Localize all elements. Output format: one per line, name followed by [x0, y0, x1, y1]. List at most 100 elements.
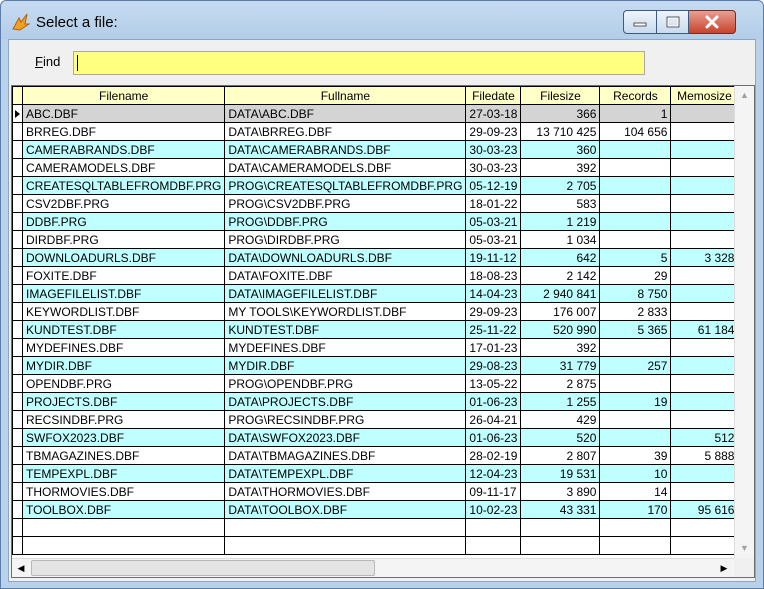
cell-filesize[interactable]: 176 007 — [520, 302, 601, 321]
table-row[interactable]: TOOLBOX.DBF DATA\TOOLBOX.DBF 10-02-23 43 33… — [12, 500, 739, 519]
table-row[interactable]: MYDEFINES.DBF MYDEFINES.DBF 17-01-23 392 — [12, 338, 739, 357]
cell-filename[interactable]: TEMPEXPL.DBF — [21, 464, 226, 483]
row-indicator[interactable] — [12, 338, 23, 357]
cell-filedate[interactable]: 05-03-21 — [465, 230, 522, 249]
cell-filename[interactable]: BRREG.DBF — [21, 122, 226, 141]
maximize-button[interactable] — [657, 10, 689, 34]
cell-filename[interactable]: CAMERABRANDS.DBF — [21, 140, 226, 159]
table-row[interactable]: FOXITE.DBF DATA\FOXITE.DBF 18-08-23 2 142 29 — [12, 266, 739, 285]
cell-records[interactable] — [599, 410, 672, 429]
cell-fullname[interactable]: DATA\CAMERAMODELS.DBF — [224, 158, 467, 177]
row-indicator[interactable] — [12, 176, 23, 195]
cell-filedate[interactable]: 05-03-21 — [465, 212, 522, 231]
row-indicator[interactable] — [12, 140, 23, 159]
cell-records[interactable] — [599, 176, 672, 195]
cell-fullname[interactable]: DATA\DOWNLOADURLS.DBF — [224, 248, 467, 267]
row-indicator[interactable] — [12, 266, 23, 285]
cell-memosize[interactable] — [670, 266, 739, 285]
column-header-filename[interactable]: Filename — [21, 86, 226, 105]
cell-records[interactable]: 14 — [599, 482, 672, 501]
cell-filedate[interactable]: 25-11-22 — [465, 320, 522, 339]
title-bar[interactable]: Select a file: — [1, 1, 763, 39]
cell-records[interactable] — [599, 230, 672, 249]
cell-filedate[interactable]: 01-06-23 — [465, 428, 522, 447]
scroll-right-button[interactable]: ▶ — [715, 559, 733, 577]
cell-fullname[interactable]: DATA\IMAGEFILELIST.DBF — [224, 284, 467, 303]
horizontal-scrollbar[interactable]: ◀ ▶ — [12, 558, 734, 577]
cell-filename[interactable]: CSV2DBF.PRG — [21, 194, 226, 213]
cell-filesize[interactable]: 2 807 — [520, 446, 601, 465]
row-indicator[interactable] — [12, 104, 23, 123]
cell-records[interactable] — [599, 338, 672, 357]
cell-filename[interactable]: KUNDTEST.DBF — [21, 320, 226, 339]
cell-memosize[interactable] — [670, 374, 739, 393]
cell-memosize[interactable]: 95 616 — [670, 500, 739, 519]
cell-filename[interactable]: KEYWORDLIST.DBF — [21, 302, 226, 321]
row-indicator[interactable] — [12, 500, 23, 519]
cell-filesize[interactable]: 360 — [520, 140, 601, 159]
cell-filedate[interactable]: 26-04-21 — [465, 410, 522, 429]
table-row[interactable]: KEYWORDLIST.DBF MY TOOLS\KEYWORDLIST.DBF 2… — [12, 302, 739, 321]
cell-filename[interactable]: RECSINDBF.PRG — [21, 410, 226, 429]
cell-filedate[interactable]: 01-06-23 — [465, 392, 522, 411]
cell-memosize[interactable] — [670, 122, 739, 141]
cell-records[interactable]: 257 — [599, 356, 672, 375]
cell-filedate[interactable]: 05-12-19 — [465, 176, 522, 195]
cell-fullname[interactable]: PROG\CSV2DBF.PRG — [224, 194, 467, 213]
cell-filesize[interactable]: 43 331 — [520, 500, 601, 519]
table-row[interactable]: KUNDTEST.DBF KUNDTEST.DBF 25-11-22 520 990 5… — [12, 320, 739, 339]
cell-filename[interactable]: DDBF.PRG — [21, 212, 226, 231]
cell-filesize[interactable]: 520 990 — [520, 320, 601, 339]
row-indicator[interactable] — [12, 212, 23, 231]
cell-memosize[interactable]: 61 184 — [670, 320, 739, 339]
row-indicator[interactable] — [12, 248, 23, 267]
row-indicator[interactable] — [12, 392, 23, 411]
cell-fullname[interactable]: MYDEFINES.DBF — [224, 338, 467, 357]
cell-filename[interactable]: MYDEFINES.DBF — [21, 338, 226, 357]
cell-filesize[interactable]: 642 — [520, 248, 601, 267]
cell-filesize[interactable]: 2 705 — [520, 176, 601, 195]
cell-filename[interactable]: CREATESQLTABLEFROMDBF.PRG — [21, 176, 226, 195]
cell-records[interactable]: 8 750 — [599, 284, 672, 303]
cell-memosize[interactable] — [670, 302, 739, 321]
scroll-left-button[interactable]: ◀ — [12, 559, 30, 577]
cell-filesize[interactable]: 429 — [520, 410, 601, 429]
cell-filedate[interactable]: 27-03-18 — [465, 104, 522, 123]
cell-filedate[interactable]: 12-04-23 — [465, 464, 522, 483]
cell-fullname[interactable]: PROG\RECSINDBF.PRG — [224, 410, 467, 429]
cell-filename[interactable]: PROJECTS.DBF — [21, 392, 226, 411]
cell-records[interactable]: 1 — [599, 104, 672, 123]
row-indicator[interactable] — [12, 410, 23, 429]
cell-fullname[interactable]: DATA\FOXITE.DBF — [224, 266, 467, 285]
vertical-scrollbar[interactable]: ▲ ▼ — [734, 86, 754, 558]
cell-memosize[interactable]: 5 888 — [670, 446, 739, 465]
row-indicator[interactable] — [12, 302, 23, 321]
cell-filedate[interactable]: 14-04-23 — [465, 284, 522, 303]
table-row[interactable]: CREATESQLTABLEFROMDBF.PRG PROG\CREATESQLT… — [12, 176, 739, 195]
cell-filedate[interactable]: 19-11-12 — [465, 248, 522, 267]
row-indicator[interactable] — [12, 194, 23, 213]
cell-records[interactable]: 10 — [599, 464, 672, 483]
cell-fullname[interactable]: PROG\OPENDBF.PRG — [224, 374, 467, 393]
cell-filesize[interactable]: 31 779 — [520, 356, 601, 375]
table-row[interactable]: CAMERABRANDS.DBF DATA\CAMERABRANDS.DBF 30-… — [12, 140, 739, 159]
cell-records[interactable] — [599, 212, 672, 231]
cell-filedate[interactable]: 18-08-23 — [465, 266, 522, 285]
cell-records[interactable]: 39 — [599, 446, 672, 465]
horizontal-scroll-thumb[interactable] — [31, 560, 375, 576]
cell-filesize[interactable]: 2 940 841 — [520, 284, 601, 303]
cell-records[interactable]: 170 — [599, 500, 672, 519]
table-row[interactable]: TBMAGAZINES.DBF DATA\TBMAGAZINES.DBF 28-02… — [12, 446, 739, 465]
cell-filedate[interactable]: 29-08-23 — [465, 356, 522, 375]
table-row[interactable]: MYDIR.DBF MYDIR.DBF 29-08-23 31 779 257 — [12, 356, 739, 375]
cell-records[interactable] — [599, 374, 672, 393]
cell-filedate[interactable]: 18-01-22 — [465, 194, 522, 213]
cell-filesize[interactable]: 2 142 — [520, 266, 601, 285]
cell-filedate[interactable]: 10-02-23 — [465, 500, 522, 519]
cell-memosize[interactable] — [670, 176, 739, 195]
cell-filename[interactable]: CAMERAMODELS.DBF — [21, 158, 226, 177]
cell-records[interactable]: 2 833 — [599, 302, 672, 321]
cell-records[interactable]: 104 656 — [599, 122, 672, 141]
cell-filename[interactable]: THORMOVIES.DBF — [21, 482, 226, 501]
column-header-filesize[interactable]: Filesize — [520, 86, 601, 105]
